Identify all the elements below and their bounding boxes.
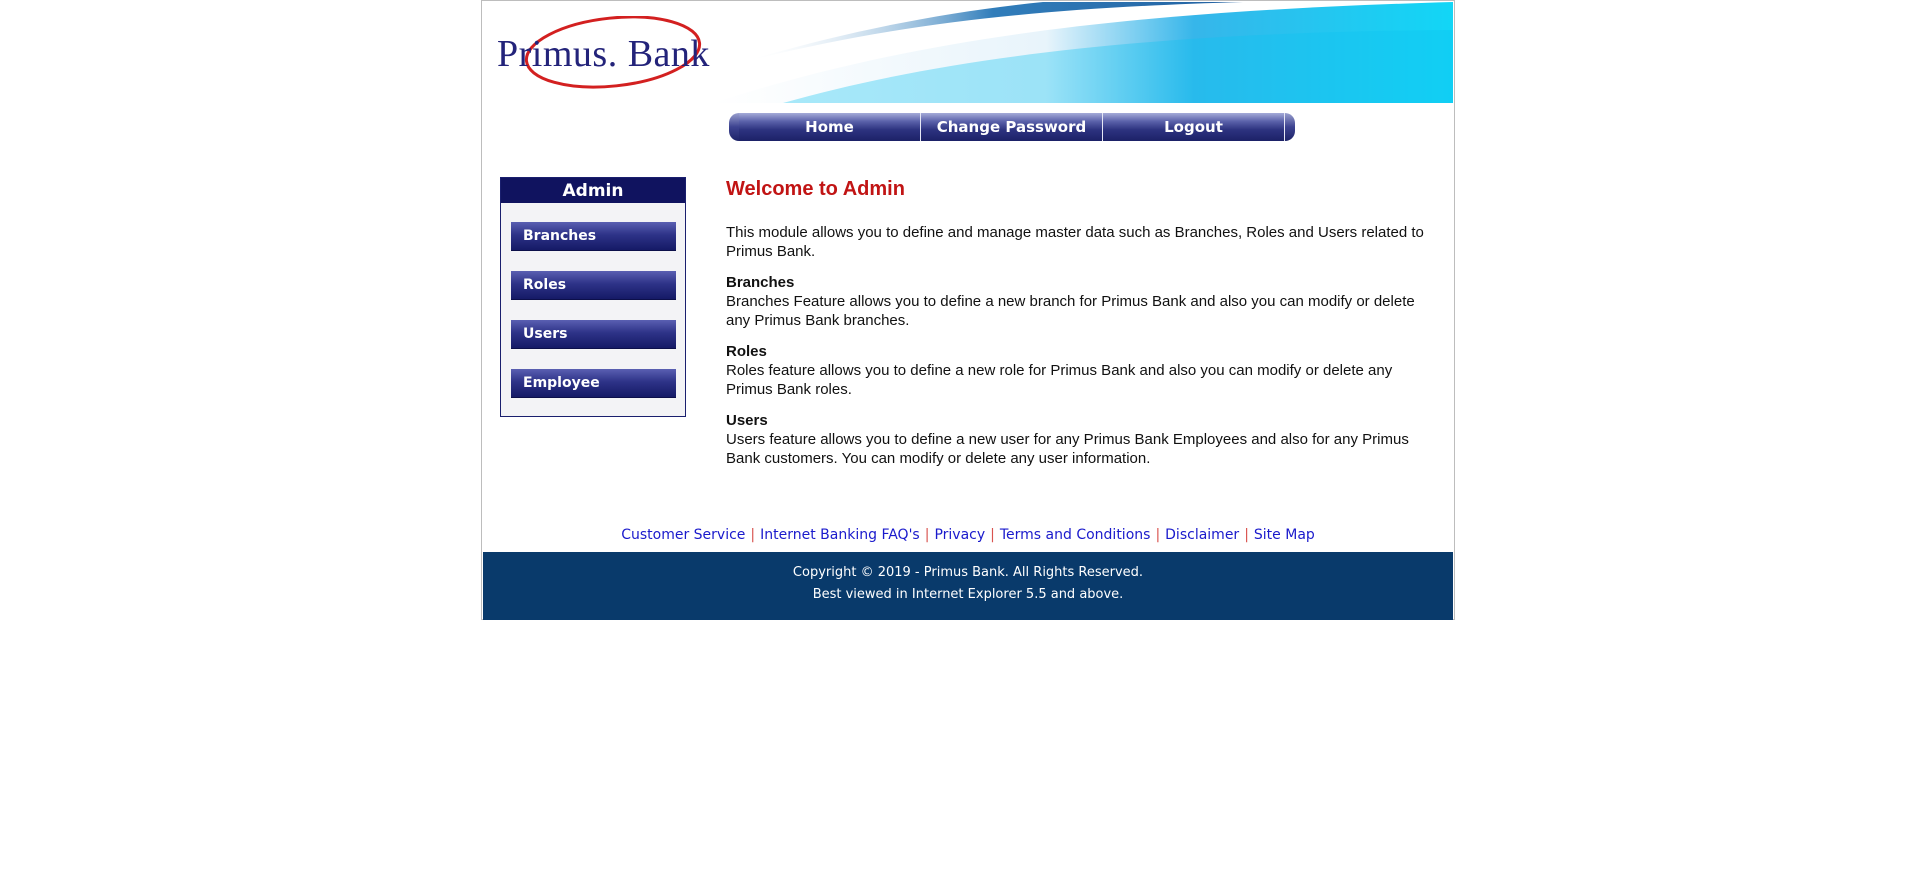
footer-link-privacy[interactable]: Privacy: [934, 527, 985, 543]
section-heading: Users: [726, 412, 768, 429]
logo-wordmark: Primus. Bank: [497, 32, 710, 76]
footer-link-terms[interactable]: Terms and Conditions: [1000, 527, 1151, 543]
section-text: Users feature allows you to define a new…: [726, 431, 1409, 467]
main-content: Welcome to Admin This module allows you …: [726, 177, 1426, 480]
logo-word-primus: Primus.: [497, 33, 618, 75]
admin-sidebar: Admin Branches Roles Users Employee: [500, 177, 686, 417]
page-frame: Primus. Bank Home Change Password Logout…: [481, 0, 1455, 620]
footer-separator: |: [1155, 527, 1161, 543]
section-users: Users Users feature allows you to define…: [726, 411, 1426, 468]
header-banner: Primus. Bank: [483, 2, 1453, 103]
sidebar-item-employee[interactable]: Employee: [511, 369, 676, 398]
copyright-text: Copyright © 2019 - Primus Bank. All Righ…: [792, 565, 1144, 580]
nav-change-password-button[interactable]: Change Password: [921, 113, 1103, 141]
sidebar-item-roles[interactable]: Roles: [511, 271, 676, 300]
sidebar-item-users[interactable]: Users: [511, 320, 676, 349]
footer-link-disclaimer[interactable]: Disclaimer: [1165, 527, 1239, 543]
section-branches: Branches Branches Feature allows you to …: [726, 273, 1426, 330]
nav-home-button[interactable]: Home: [739, 113, 921, 141]
primus-bank-logo[interactable]: Primus. Bank: [493, 16, 753, 96]
footer-link-faqs[interactable]: Internet Banking FAQ's: [760, 527, 920, 543]
footer-link-site-map[interactable]: Site Map: [1254, 527, 1315, 543]
intro-text: This module allows you to define and man…: [726, 224, 1424, 260]
nav-left-cap: [729, 113, 739, 141]
footer-separator: |: [924, 527, 930, 543]
logo-word-bank: Bank: [627, 33, 710, 75]
nav-logout-button[interactable]: Logout: [1103, 113, 1285, 141]
nav-right-cap: [1285, 113, 1295, 141]
footer-separator: |: [750, 527, 756, 543]
footer-separator: |: [1244, 527, 1249, 543]
footer-link-customer-service[interactable]: Customer Service: [621, 527, 745, 543]
sidebar-item-branches[interactable]: Branches: [511, 222, 676, 251]
footer-bar: Copyright © 2019 - Primus Bank. All Righ…: [483, 552, 1453, 620]
section-roles: Roles Roles feature allows you to define…: [726, 342, 1426, 399]
footer-links: Customer Service | Internet Banking FAQ's |…: [482, 527, 1454, 543]
section-heading: Branches: [726, 274, 795, 291]
top-navigation: Home Change Password Logout: [729, 113, 1295, 141]
sidebar-title: Admin: [501, 178, 685, 203]
page-title: Welcome to Admin: [726, 178, 905, 200]
section-text: Roles feature allows you to define a new…: [726, 362, 1393, 398]
section-text: Branches Feature allows you to define a …: [726, 293, 1415, 329]
footer-separator: |: [990, 527, 995, 543]
section-heading: Roles: [726, 343, 767, 360]
browser-note: Best viewed in Internet Explorer 5.5 and…: [812, 587, 1124, 602]
